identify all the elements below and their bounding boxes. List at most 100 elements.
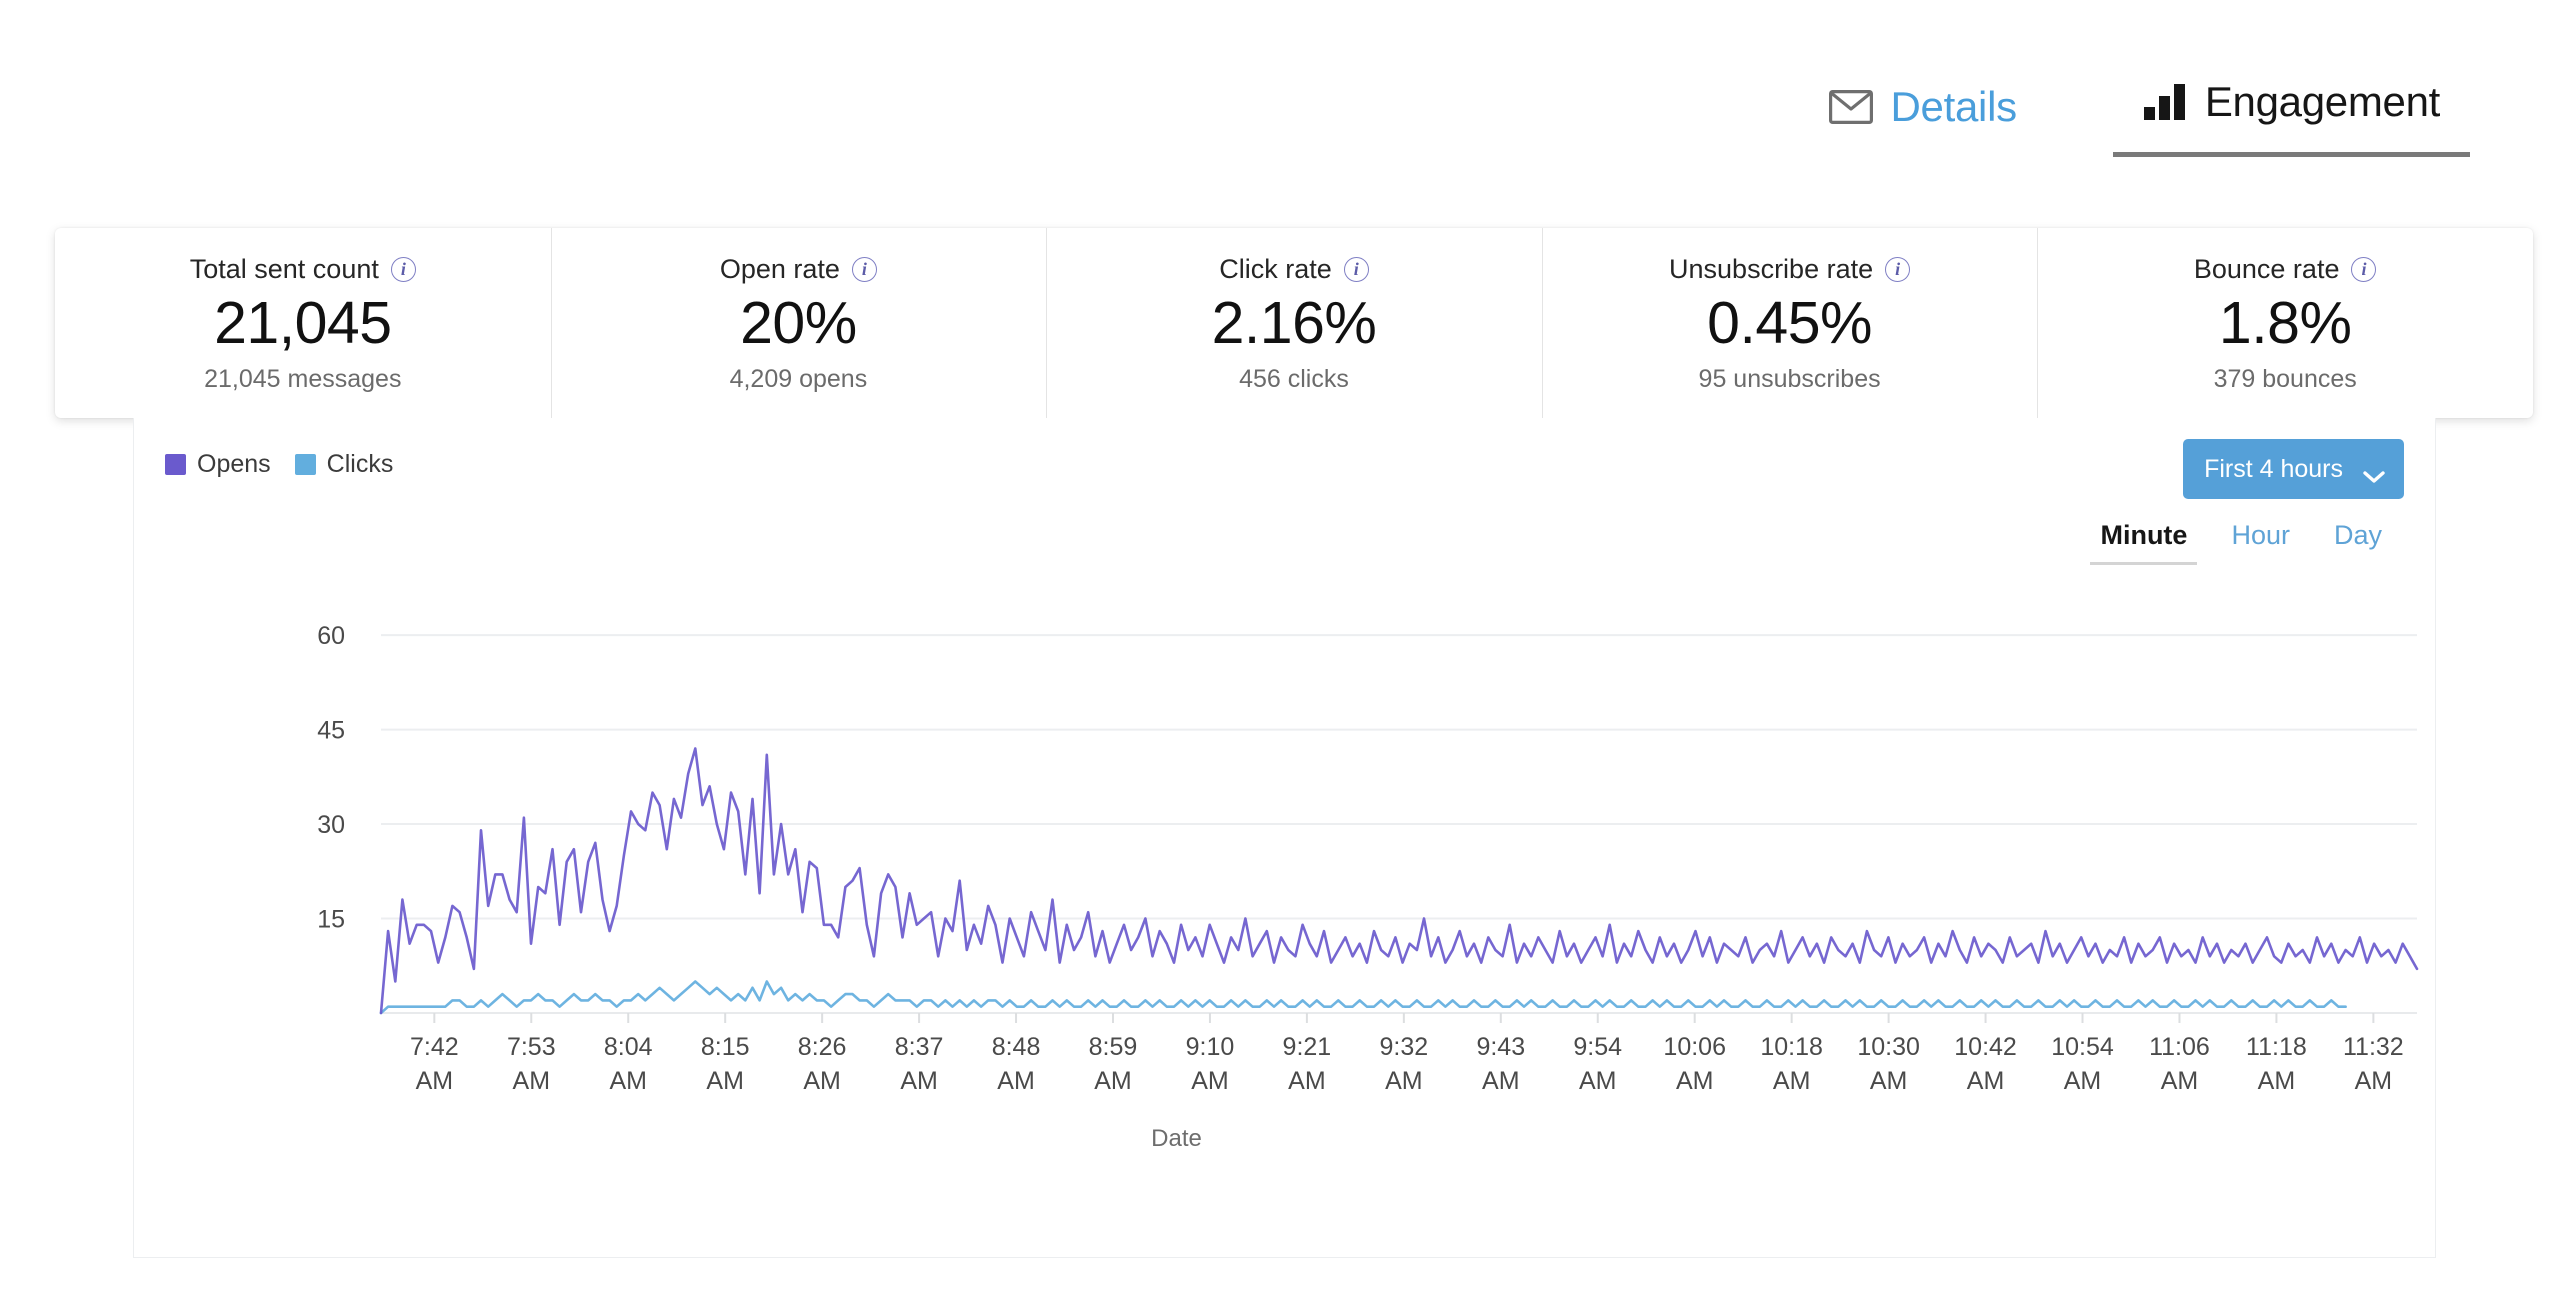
svg-text:45: 45	[317, 717, 345, 745]
svg-text:AM: AM	[1191, 1067, 1229, 1095]
metric-header: Unsubscribe rate i	[1669, 253, 1911, 284]
info-icon[interactable]: i	[1343, 256, 1369, 282]
svg-text:AM: AM	[1676, 1067, 1714, 1095]
svg-text:8:26: 8:26	[798, 1033, 847, 1061]
svg-text:AM: AM	[609, 1067, 647, 1095]
svg-text:7:53: 7:53	[507, 1033, 556, 1061]
svg-text:AM: AM	[513, 1067, 551, 1095]
svg-text:AM: AM	[1288, 1067, 1326, 1095]
chart-svg: 15 30 45 60 7:42 AM 7:53 AM 8:04 AM 8:15 AM 8:26 AM 8:…	[317, 622, 2419, 1095]
svg-text:60: 60	[317, 622, 345, 650]
svg-text:11:18: 11:18	[2246, 1033, 2307, 1061]
metric-value: 20%	[740, 289, 857, 356]
mail-icon	[1828, 90, 1873, 124]
svg-text:8:37: 8:37	[895, 1033, 944, 1061]
svg-text:AM: AM	[2064, 1067, 2102, 1095]
metric-value: 1.8%	[2218, 289, 2352, 356]
bar-chart-icon	[2143, 84, 2187, 120]
svg-text:11:32: 11:32	[2343, 1033, 2404, 1061]
svg-text:AM: AM	[1094, 1067, 1132, 1095]
granularity-toggle: Minute Hour Day	[2078, 520, 2404, 565]
svg-text:10:30: 10:30	[1857, 1033, 1920, 1061]
metric-click-rate: Click rate i 2.16% 456 clicks	[1046, 228, 1542, 418]
metric-subtext: 379 bounces	[2213, 365, 2357, 394]
metric-value: 0.45%	[1707, 289, 1872, 356]
svg-text:AM: AM	[1773, 1067, 1811, 1095]
svg-text:9:54: 9:54	[1573, 1033, 1622, 1061]
svg-text:8:48: 8:48	[992, 1033, 1041, 1061]
svg-text:AM: AM	[416, 1067, 454, 1095]
metric-label: Total sent count	[189, 253, 379, 284]
legend-item-opens[interactable]: Opens	[165, 450, 271, 479]
info-icon[interactable]: i	[390, 256, 416, 282]
granularity-hour[interactable]: Hour	[2209, 520, 2312, 565]
svg-text:AM: AM	[803, 1067, 841, 1095]
engagement-chart-panel: Opens Clicks First 4 hours Minute Hour D…	[133, 418, 2436, 1258]
metric-open-rate: Open rate i 20% 4,209 opens	[550, 228, 1047, 418]
svg-text:30: 30	[317, 811, 345, 839]
metric-header: Bounce rate i	[2193, 253, 2377, 284]
metric-value: 2.16%	[1211, 289, 1377, 356]
svg-text:AM: AM	[997, 1067, 1035, 1095]
metric-subtext: 456 clicks	[1239, 365, 1349, 394]
metric-subtext: 95 unsubscribes	[1698, 365, 1881, 394]
metric-subtext: 21,045 messages	[204, 365, 402, 394]
svg-text:10:42: 10:42	[1954, 1033, 2017, 1061]
metric-label: Open rate	[719, 253, 840, 284]
granularity-day[interactable]: Day	[2312, 520, 2404, 565]
svg-text:9:32: 9:32	[1380, 1033, 1429, 1061]
metric-header: Open rate i	[719, 253, 877, 284]
svg-text:9:10: 9:10	[1186, 1033, 1235, 1061]
legend-item-clicks[interactable]: Clicks	[294, 450, 394, 479]
time-range-value: First 4 hours	[2204, 454, 2343, 483]
info-icon[interactable]: i	[851, 256, 877, 282]
engagement-page: Details Engagement Total sent count i 21…	[0, 0, 2560, 1293]
metric-label: Click rate	[1219, 253, 1332, 284]
metric-value: 21,045	[214, 289, 392, 356]
metric-label: Bounce rate	[2193, 253, 2340, 284]
engagement-line-chart: 15 30 45 60 7:42 AM 7:53 AM 8:04 AM 8:15 AM 8:26 AM 8:…	[134, 581, 2437, 1141]
chevron-down-icon	[2363, 462, 2385, 483]
svg-text:9:21: 9:21	[1283, 1033, 1332, 1061]
svg-text:AM: AM	[1870, 1067, 1908, 1095]
metric-bounce-rate: Bounce rate i 1.8% 379 bounces	[2037, 228, 2533, 418]
legend-label-clicks: Clicks	[326, 450, 394, 478]
tab-details-label: Details	[1890, 83, 2018, 130]
info-icon[interactable]: i	[2351, 256, 2377, 282]
svg-text:9:43: 9:43	[1476, 1033, 1525, 1061]
tab-details[interactable]: Details	[1799, 83, 2047, 157]
svg-text:7:42: 7:42	[410, 1033, 459, 1061]
svg-text:10:54: 10:54	[2051, 1033, 2114, 1061]
legend-swatch-clicks	[294, 454, 316, 475]
metric-subtext: 4,209 opens	[729, 365, 868, 394]
view-tabs: Details Engagement	[0, 78, 2470, 157]
svg-text:AM: AM	[2161, 1067, 2199, 1095]
info-icon[interactable]: i	[1885, 256, 1911, 282]
svg-text:11:06: 11:06	[2149, 1033, 2210, 1061]
tab-engagement-label: Engagement	[2204, 78, 2440, 125]
tab-engagement[interactable]: Engagement	[2112, 78, 2470, 157]
legend-label-opens: Opens	[197, 450, 271, 478]
svg-text:AM: AM	[1967, 1067, 2005, 1095]
svg-text:AM: AM	[900, 1067, 938, 1095]
x-axis-title: Date	[1151, 1125, 1202, 1152]
svg-text:AM: AM	[1385, 1067, 1423, 1095]
metric-unsubscribe-rate: Unsubscribe rate i 0.45% 95 unsubscribes	[1541, 228, 2038, 418]
metrics-summary-card: Total sent count i 21,045 21,045 message…	[55, 228, 2533, 418]
chart-legend: Opens Clicks	[165, 450, 393, 479]
granularity-minute[interactable]: Minute	[2078, 520, 2209, 565]
svg-text:AM: AM	[706, 1067, 744, 1095]
metric-header: Click rate i	[1219, 253, 1369, 284]
svg-text:AM: AM	[1482, 1067, 1520, 1095]
svg-text:8:59: 8:59	[1089, 1033, 1138, 1061]
x-axis-title-wrap: Date	[134, 1125, 2435, 1153]
time-range-select[interactable]: First 4 hours	[2183, 439, 2404, 499]
svg-text:8:04: 8:04	[604, 1033, 653, 1061]
metric-header: Total sent count i	[189, 253, 416, 284]
svg-text:AM: AM	[2355, 1067, 2393, 1095]
svg-text:15: 15	[317, 906, 345, 934]
svg-text:10:06: 10:06	[1663, 1033, 1726, 1061]
metric-total-sent-count: Total sent count i 21,045 21,045 message…	[55, 228, 551, 418]
metric-label: Unsubscribe rate	[1669, 253, 1874, 284]
svg-text:AM: AM	[1579, 1067, 1617, 1095]
